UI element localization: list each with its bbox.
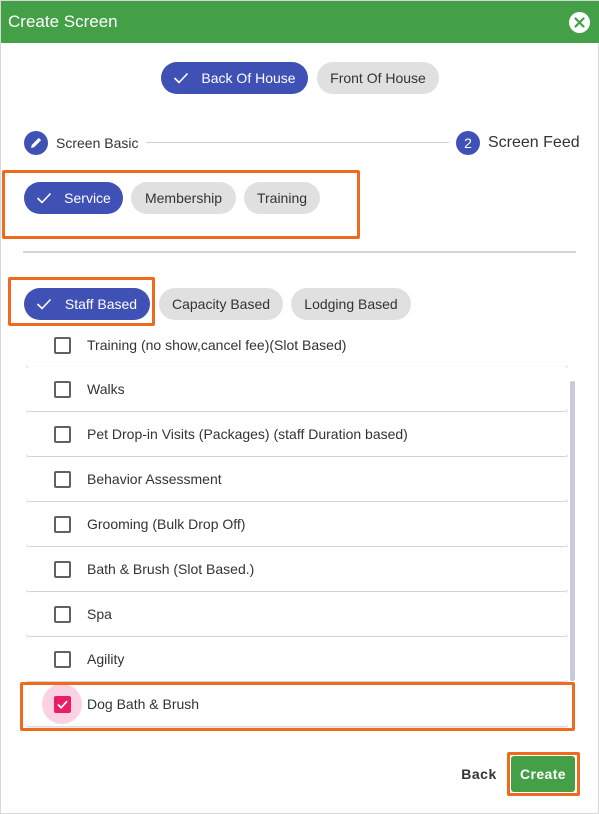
check-icon bbox=[173, 72, 189, 84]
check-icon bbox=[36, 192, 52, 204]
create-button[interactable]: Create bbox=[511, 756, 575, 792]
chip-lodging-based[interactable]: Lodging Based bbox=[291, 288, 411, 320]
service-item[interactable]: Bath & Brush (Slot Based.) bbox=[26, 547, 568, 591]
chip-service[interactable]: Service bbox=[24, 182, 123, 214]
close-icon[interactable] bbox=[569, 12, 590, 33]
checkbox[interactable] bbox=[54, 337, 71, 354]
chip-training[interactable]: Training bbox=[244, 182, 320, 214]
checkbox[interactable] bbox=[54, 471, 71, 488]
checkbox[interactable] bbox=[54, 651, 71, 668]
service-item[interactable]: Spa bbox=[26, 592, 568, 636]
chip-staff-based-label: Staff Based bbox=[64, 296, 138, 312]
checkbox[interactable] bbox=[54, 561, 71, 578]
chip-lodging-based-label: Lodging Based bbox=[304, 296, 398, 312]
service-item-label: Behavior Assessment bbox=[87, 471, 222, 487]
service-item-label: Walks bbox=[87, 381, 125, 397]
chip-capacity-based[interactable]: Capacity Based bbox=[159, 288, 283, 320]
service-item-label: Training (no show,cancel fee)(Slot Based… bbox=[87, 337, 347, 353]
service-item-label: Grooming (Bulk Drop Off) bbox=[87, 516, 246, 532]
service-item-label: Pet Drop-in Visits (Packages) (staff Dur… bbox=[87, 426, 408, 442]
section-divider bbox=[23, 251, 576, 253]
tab-front-of-house[interactable]: Front Of House bbox=[317, 62, 439, 94]
check-icon bbox=[57, 700, 68, 710]
step-number-badge: 2 bbox=[456, 131, 480, 155]
service-item[interactable]: Training (no show,cancel fee)(Slot Based… bbox=[26, 331, 568, 367]
check-icon bbox=[36, 298, 52, 310]
service-item[interactable]: Agility bbox=[26, 637, 568, 681]
tab-back-of-house[interactable]: Back Of House bbox=[161, 62, 308, 94]
service-item-label: Bath & Brush (Slot Based.) bbox=[87, 561, 255, 577]
service-item-selected[interactable]: Dog Bath & Brush bbox=[26, 682, 568, 726]
service-item[interactable]: Behavior Assessment bbox=[26, 457, 568, 501]
service-item-label: Agility bbox=[87, 651, 125, 667]
create-screen-dialog: Create Screen Back Of House Front Of Hou… bbox=[0, 0, 599, 814]
checkbox[interactable] bbox=[54, 606, 71, 623]
chip-service-label: Service bbox=[64, 190, 111, 206]
chip-training-label: Training bbox=[256, 190, 308, 206]
step-screen-basic-label: Screen Basic bbox=[56, 135, 139, 151]
service-item[interactable]: Pet Drop-in Visits (Packages) (staff Dur… bbox=[26, 412, 568, 456]
service-list[interactable]: Training (no show,cancel fee)(Slot Based… bbox=[26, 331, 568, 728]
dialog-title: Create Screen bbox=[8, 12, 118, 31]
pencil-icon bbox=[24, 131, 48, 155]
service-item[interactable]: Grooming (Bulk Drop Off) bbox=[26, 502, 568, 546]
dialog-header: Create Screen bbox=[1, 1, 599, 43]
checkbox[interactable] bbox=[54, 381, 71, 398]
checkbox[interactable] bbox=[54, 516, 71, 533]
list-scrollbar[interactable] bbox=[570, 381, 575, 681]
chip-membership-label: Membership bbox=[144, 190, 223, 206]
service-item-label: Dog Bath & Brush bbox=[87, 696, 200, 712]
tab-front-of-house-label: Front Of House bbox=[330, 70, 426, 86]
service-item[interactable]: Walks bbox=[26, 367, 568, 411]
chip-membership[interactable]: Membership bbox=[131, 182, 236, 214]
step-screen-feed-label: Screen Feed bbox=[488, 134, 580, 151]
chip-capacity-based-label: Capacity Based bbox=[171, 296, 271, 312]
service-item-label: Spa bbox=[87, 606, 112, 622]
back-button[interactable]: Back bbox=[455, 761, 503, 787]
chip-staff-based[interactable]: Staff Based bbox=[24, 288, 150, 320]
stepper-connector bbox=[146, 142, 449, 143]
tab-back-of-house-label: Back Of House bbox=[201, 70, 296, 86]
checkbox[interactable] bbox=[54, 426, 71, 443]
checkbox-checked[interactable] bbox=[54, 696, 71, 713]
